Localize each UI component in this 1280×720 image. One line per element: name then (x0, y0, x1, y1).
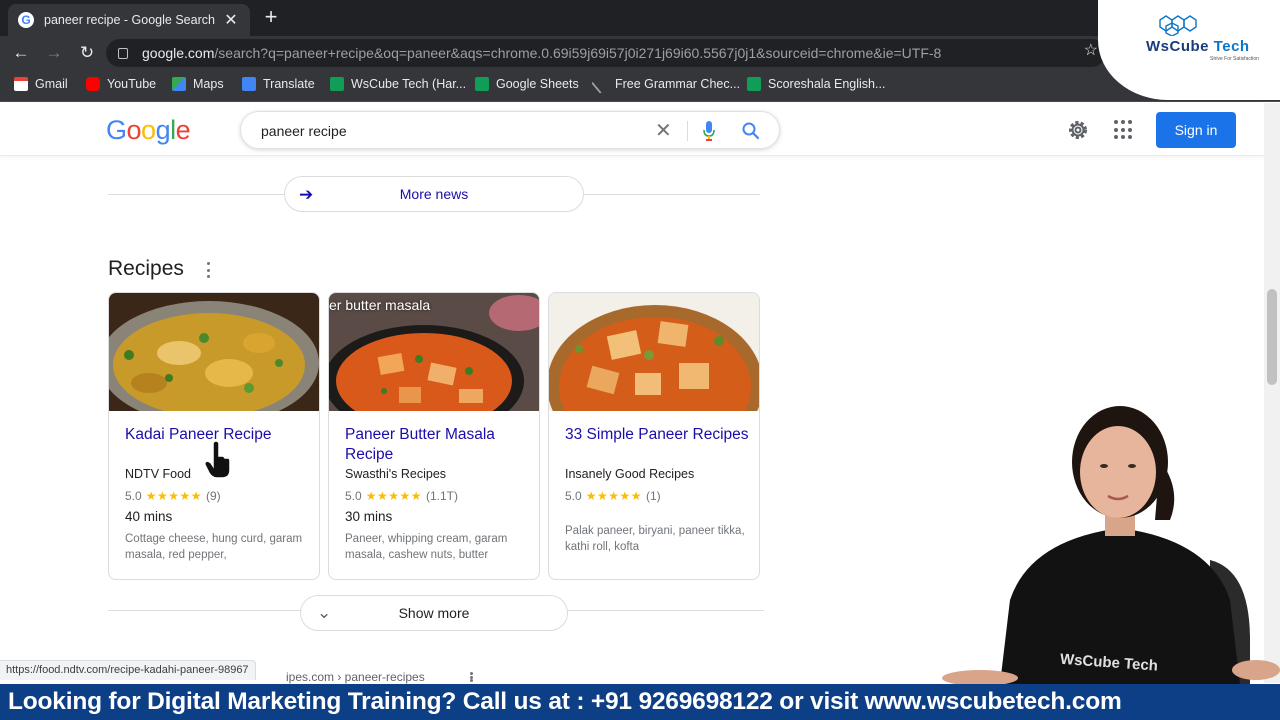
recipe-card[interactable]: 33 Simple Paneer Recipes Insanely Good R… (548, 292, 760, 580)
google-favicon-icon: G (18, 12, 34, 28)
translate-icon (242, 77, 256, 91)
show-more-label: Show more (398, 605, 470, 621)
bookmark-wscube[interactable]: WsCube Tech (Har... (330, 77, 466, 91)
pen-icon (591, 74, 611, 94)
browser-toolbar: ← → ↻ google.com /search?q=paneer+recipe… (0, 36, 1280, 70)
address-bar[interactable]: google.com /search?q=paneer+recipe&oq=pa… (106, 39, 1106, 67)
more-options-icon[interactable] (206, 262, 210, 278)
url-host: google.com (142, 45, 215, 61)
recipe-title-link[interactable]: Paneer Butter Masala Recipe (345, 425, 529, 465)
close-tab-icon[interactable]: ✕ (222, 10, 240, 30)
google-apps-icon[interactable] (1114, 120, 1134, 140)
maps-icon (172, 77, 186, 91)
sign-in-button[interactable]: Sign in (1156, 112, 1236, 148)
bookmark-label: Gmail (35, 77, 68, 91)
microphone-icon[interactable] (703, 121, 715, 141)
back-arrow-icon[interactable]: ← (10, 42, 32, 64)
paneer-butter-masala-image: er butter masala (329, 293, 539, 411)
youtube-icon (86, 77, 100, 91)
recipes-heading: Recipes (108, 257, 184, 280)
bookmarks-bar: Gmail YouTube Maps Translate WsCube Tech… (0, 70, 1280, 102)
wscube-tagline: Strive For Satisfaction (1210, 56, 1259, 62)
recipe-source: Insanely Good Recipes (565, 467, 695, 481)
chevron-down-icon: ⌄ (317, 603, 332, 622)
more-news-label: More news (399, 186, 469, 202)
bookmark-label: Maps (193, 77, 224, 91)
hand-cursor-icon (204, 440, 231, 479)
bookmark-label: Translate (263, 77, 315, 91)
reload-icon[interactable]: ↻ (76, 42, 98, 64)
show-more-button[interactable]: ⌄ Show more (300, 595, 568, 631)
ingredients: Palak paneer, biryani, paneer tikka, kat… (565, 525, 745, 553)
bookmark-google-sheets[interactable]: Google Sheets (475, 77, 579, 91)
bookmark-label: Google Sheets (496, 77, 579, 91)
search-box[interactable]: paneer recipe ✕ (240, 111, 780, 149)
search-input[interactable]: paneer recipe (261, 123, 347, 139)
review-count: (1) (645, 489, 661, 503)
result-breadcrumb[interactable]: ipes.com › paneer-recipes (286, 670, 425, 684)
scrollbar-thumb[interactable] (1267, 289, 1277, 385)
new-tab-button[interactable]: + (260, 4, 282, 32)
bookmark-scoreshala[interactable]: Scoreshala English... (747, 77, 885, 91)
rating-value: 5.0 (125, 489, 142, 503)
image-caption: er butter masala (329, 297, 431, 313)
bookmark-label: Free Grammar Chec... (615, 77, 741, 91)
tab-strip: G paneer recipe - Google Search ✕ + (0, 0, 1280, 36)
tab-title: paneer recipe - Google Search (44, 13, 215, 27)
more-news-button[interactable]: ➔ More news (284, 176, 584, 212)
sheets-icon (747, 77, 761, 91)
recipe-card[interactable]: Kadai Paneer Recipe NDTV Food 5.0 ★★★★★ … (108, 292, 320, 580)
ingredients: Cottage cheese, hung curd, garam masala,… (125, 533, 303, 561)
gmail-icon (14, 77, 28, 91)
lock-icon (118, 47, 128, 59)
bookmark-label: WsCube Tech (Har... (351, 77, 467, 91)
ingredients: Paneer, whipping cream, garam masala, ca… (345, 533, 508, 561)
google-header: Google paneer recipe ✕ Sign in (0, 103, 1264, 156)
bookmark-label: YouTube (107, 77, 157, 91)
wscube-wordmark: WsCube Tech (1146, 38, 1250, 55)
recipe-rating: 5.0 ★★★★★ (1) (565, 489, 661, 503)
bookmark-gmail[interactable]: Gmail (14, 77, 68, 91)
url-path: /search?q=paneer+recipe&oq=paneer&aqs=ch… (214, 45, 942, 61)
bookmark-maps[interactable]: Maps (172, 77, 224, 91)
kadai-paneer-image (109, 293, 319, 411)
google-logo[interactable]: Google (106, 115, 191, 146)
search-icon[interactable] (741, 121, 761, 141)
review-count: (1.1T) (425, 489, 458, 503)
recipe-source: NDTV Food (125, 467, 191, 481)
star-rating-icon: ★★★★★ (145, 489, 202, 503)
simple-paneer-image (549, 293, 759, 411)
wscube-logo: WsCube Tech Strive For Satisfaction (1098, 0, 1280, 100)
cook-time: 30 mins (345, 509, 393, 524)
arrow-right-icon: ➔ (299, 185, 314, 204)
forward-arrow-icon[interactable]: → (43, 42, 65, 64)
gear-icon[interactable] (1066, 118, 1090, 142)
search-divider (687, 121, 688, 141)
bookmark-grammar[interactable]: Free Grammar Chec... (591, 74, 741, 94)
recipe-card[interactable]: er butter masala Paneer Butter Masala Re… (328, 292, 540, 580)
presenter-video-overlay: WsCube Tech (942, 406, 1280, 684)
bookmark-youtube[interactable]: YouTube (86, 77, 156, 91)
review-count: (9) (205, 489, 221, 503)
sheets-icon (475, 77, 489, 91)
recipe-title-link[interactable]: 33 Simple Paneer Recipes (565, 425, 749, 445)
status-bar-url: https://food.ndtv.com/recipe-kadahi-pane… (0, 660, 256, 680)
rating-value: 5.0 (565, 489, 582, 503)
recipe-rating: 5.0 ★★★★★ (1.1T) (345, 489, 458, 503)
cook-time: 40 mins (125, 509, 173, 524)
browser-tab[interactable]: G paneer recipe - Google Search ✕ (8, 4, 250, 36)
bookmark-label: Scoreshala English... (768, 77, 886, 91)
sheets-icon (330, 77, 344, 91)
bookmark-star-icon[interactable]: ☆ (1084, 40, 1098, 60)
clear-search-icon[interactable]: ✕ (655, 118, 672, 143)
bookmark-translate[interactable]: Translate (242, 77, 315, 91)
cubes-logo-icon (1159, 15, 1197, 36)
star-rating-icon: ★★★★★ (585, 489, 642, 503)
more-options-icon[interactable] (470, 672, 474, 682)
rating-value: 5.0 (345, 489, 362, 503)
recipe-rating: 5.0 ★★★★★ (9) (125, 489, 221, 503)
recipe-source: Swasthi's Recipes (345, 467, 447, 481)
star-rating-icon: ★★★★★ (365, 489, 422, 503)
promo-banner: Looking for Digital Marketing Training? … (0, 684, 1280, 720)
